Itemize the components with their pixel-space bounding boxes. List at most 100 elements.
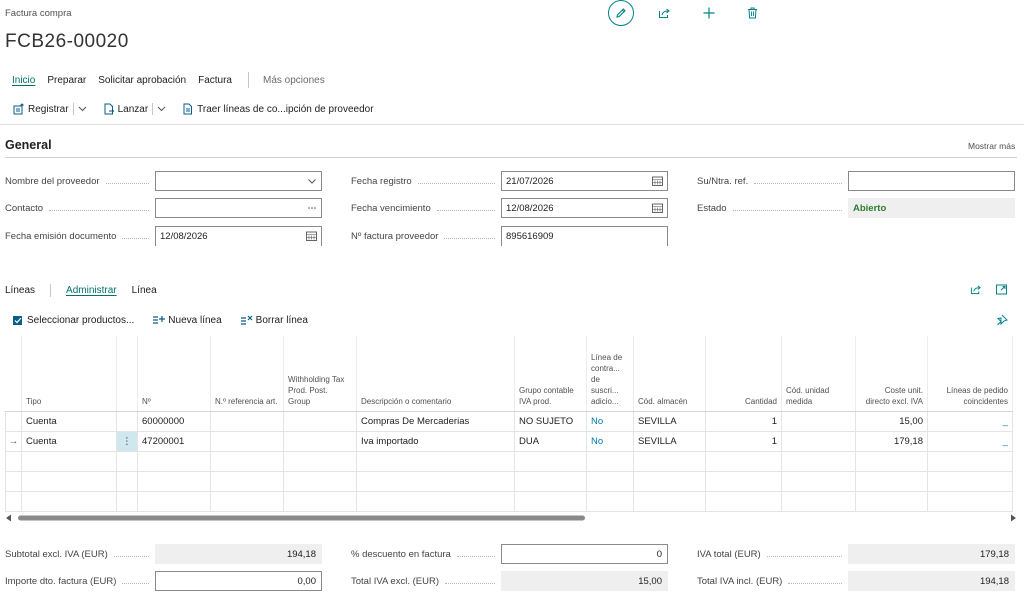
empty-cell[interactable] [633, 450, 706, 472]
lanzar-button[interactable]: Lanzar [103, 103, 148, 115]
empty-cell[interactable] [586, 470, 634, 492]
registrar-button[interactable]: Registrar [13, 103, 69, 115]
empty-row[interactable] [5, 490, 1013, 512]
horizontal-scrollbar[interactable] [5, 513, 1017, 523]
empty-cell[interactable] [283, 470, 357, 492]
select-products-button[interactable]: Seleccionar productos... [12, 314, 134, 326]
empty-cell[interactable] [210, 450, 284, 472]
menu-inicio[interactable]: Inicio [12, 75, 35, 86]
new-line-button[interactable]: Nueva línea [152, 314, 222, 326]
cell-almacen[interactable]: SEVILLA [633, 410, 706, 432]
menu-solicitar-aprobacion[interactable]: Solicitar aprobación [98, 75, 186, 86]
nombre-proveedor-field[interactable] [155, 171, 322, 191]
empty-cell[interactable] [21, 490, 117, 512]
delete-button[interactable] [747, 7, 758, 19]
empty-cell[interactable] [514, 450, 587, 472]
empty-cell[interactable] [705, 450, 782, 472]
col-header-grupo-iva[interactable]: Grupo contable IVA prod. [514, 336, 587, 412]
personalize-button[interactable] [996, 314, 1008, 326]
empty-cell[interactable] [210, 490, 284, 512]
empty-cell[interactable] [137, 490, 211, 512]
contacto-field[interactable] [155, 198, 322, 218]
importe-dto-field[interactable]: 0,00 [155, 571, 322, 591]
empty-row[interactable] [5, 450, 1013, 472]
cell-coste[interactable]: 15,00 [855, 410, 928, 432]
empty-cell[interactable] [781, 470, 856, 492]
cell-descripcion[interactable]: Compras De Mercaderias [356, 410, 515, 432]
col-header-linea-contrato[interactable]: Línea de contra... de suscri... adicio..… [586, 336, 634, 412]
empty-cell[interactable] [633, 490, 706, 512]
lanzar-dropdown[interactable] [157, 106, 166, 112]
cell-almacen[interactable]: SEVILLA [633, 430, 706, 452]
fecha-registro-field[interactable]: 21/07/2026 [501, 171, 668, 191]
cell-grupo-iva[interactable]: DUA [514, 430, 587, 452]
lines-expand-button[interactable] [996, 284, 1008, 295]
cell-descripcion[interactable]: Iva importado [356, 430, 515, 452]
scroll-left-arrow-icon[interactable] [6, 514, 11, 522]
cell-linea-contrato[interactable]: No [586, 430, 634, 452]
new-button[interactable] [703, 7, 715, 19]
col-header-descripcion[interactable]: Descripción o comentario [356, 336, 515, 412]
empty-cell[interactable] [137, 470, 211, 492]
empty-cell[interactable] [137, 450, 211, 472]
fecha-vencimiento-field[interactable]: 12/08/2026 [501, 198, 668, 218]
empty-cell[interactable] [927, 470, 1013, 492]
empty-cell[interactable] [927, 490, 1013, 512]
col-header-no[interactable]: Nº [137, 336, 211, 412]
cell-grupo-iva[interactable]: NO SUJETO [514, 410, 587, 432]
empty-cell[interactable] [514, 490, 587, 512]
row-menu-button[interactable]: ⋮ [116, 430, 138, 452]
empty-row[interactable] [5, 470, 1013, 492]
cell-coincidentes[interactable]: _ [927, 410, 1013, 432]
menu-preparar[interactable]: Preparar [47, 75, 86, 86]
empty-cell[interactable] [514, 470, 587, 492]
empty-cell[interactable] [21, 470, 117, 492]
empty-cell[interactable] [283, 450, 357, 472]
empty-cell[interactable] [781, 450, 856, 472]
cell-no[interactable]: 60000000 [137, 410, 211, 432]
empty-cell[interactable] [705, 490, 782, 512]
cell-ref-art[interactable] [210, 410, 284, 432]
cell-tipo[interactable]: Cuenta [21, 430, 117, 452]
empty-cell[interactable] [356, 450, 515, 472]
scroll-right-arrow-icon[interactable] [1011, 514, 1016, 522]
fecha-emision-field[interactable]: 12/08/2026 [155, 226, 322, 246]
scrollbar-thumb[interactable] [18, 515, 585, 521]
cell-unidad[interactable] [781, 430, 856, 452]
empty-cell[interactable] [855, 470, 928, 492]
empty-cell[interactable] [586, 450, 634, 472]
empty-cell[interactable] [927, 450, 1013, 472]
tab-linea[interactable]: Línea [132, 285, 157, 296]
tab-administrar[interactable]: Administrar [66, 285, 117, 296]
empty-cell[interactable] [283, 490, 357, 512]
edit-button[interactable] [608, 0, 634, 26]
col-header-almacen[interactable]: Cód. almacén [633, 336, 706, 412]
cell-coincidentes[interactable]: _ [927, 430, 1013, 452]
empty-cell[interactable] [210, 470, 284, 492]
menu-factura[interactable]: Factura [198, 75, 232, 86]
col-header-coste[interactable]: Coste unit. directo excl. IVA [855, 336, 928, 412]
cell-unidad[interactable] [781, 410, 856, 432]
empty-cell[interactable] [781, 490, 856, 512]
su-ntra-ref-field[interactable] [848, 171, 1015, 191]
cell-coste[interactable]: 179,18 [855, 430, 928, 452]
cell-no[interactable]: 47200001 [137, 430, 211, 452]
share-button[interactable] [658, 7, 671, 19]
cell-ref-art[interactable] [210, 430, 284, 452]
cell-withholding[interactable] [283, 430, 357, 452]
delete-line-button[interactable]: Borrar línea [240, 314, 308, 326]
empty-cell[interactable] [705, 470, 782, 492]
col-header-cantidad[interactable]: Cantidad [705, 336, 782, 412]
col-header-tipo[interactable]: Tipo [21, 336, 117, 412]
cell-withholding[interactable] [283, 410, 357, 432]
empty-cell[interactable] [855, 450, 928, 472]
n-factura-proveedor-field[interactable]: 895616909 [501, 226, 668, 246]
empty-cell[interactable] [633, 470, 706, 492]
empty-cell[interactable] [356, 490, 515, 512]
menu-mas-opciones[interactable]: Más opciones [263, 75, 325, 86]
col-header-withholding[interactable]: Withholding Tax Prod. Post. Group [283, 336, 357, 412]
empty-cell[interactable] [356, 470, 515, 492]
cell-linea-contrato[interactable]: No [586, 410, 634, 432]
table-row[interactable]: Cuenta 60000000 Compras De Mercaderias N… [5, 410, 1013, 432]
col-header-ref-art[interactable]: N.º referencia art. [210, 336, 284, 412]
